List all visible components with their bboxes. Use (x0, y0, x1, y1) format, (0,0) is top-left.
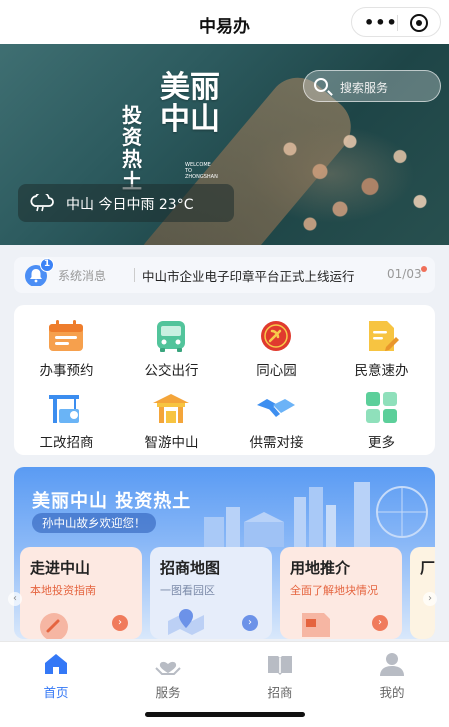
tab-label: 服务 (155, 685, 181, 700)
handshake-icon (257, 399, 295, 417)
banner-subtitle: 孙中山故乡欢迎您！ (32, 513, 156, 533)
card-subtitle: 全面了解地块情况 (290, 584, 378, 597)
notice-page-counter: 01/03 (387, 267, 422, 281)
card-subtitle: 一图看园区 (160, 584, 215, 597)
tab-label: 招商 (267, 685, 293, 700)
search-box[interactable]: 搜索服务 (303, 70, 441, 102)
top-bar: 中易办 ••• (0, 0, 449, 44)
land-plot-icon (302, 613, 330, 637)
notice-text[interactable]: 中山市企业电子印章平台正式上线运行 (142, 266, 380, 285)
card-title: 招商地图 (160, 559, 221, 577)
service-smart-tour[interactable]: 智游中山 (119, 383, 224, 451)
bus-icon (157, 321, 185, 352)
carousel-next-icon[interactable]: › (423, 592, 437, 606)
service-supply-demand[interactable]: 供需对接 (224, 383, 329, 451)
home-indicator (145, 712, 305, 717)
service-more[interactable]: 更多 (329, 383, 434, 451)
card-arrow-icon[interactable]: › (242, 615, 258, 631)
service-grid: 办事预约 公交出行 同心园 民意速办 工改招商 智游中山 供需对接 更多 (14, 305, 435, 455)
service-public-opinion[interactable]: 民意速办 (329, 311, 434, 379)
investment-banner: 美丽中山 投资热土 孙中山故乡欢迎您！ 走进中山 本地投资指南 › 招商地图 一… (14, 467, 435, 639)
party-emblem-icon (261, 321, 291, 351)
service-label: 更多 (368, 435, 395, 451)
card-land-promotion[interactable]: 用地推介 全面了解地块情况 › (280, 547, 402, 639)
card-title: 用地推介 (290, 559, 351, 577)
banner-card-row: 走进中山 本地投资指南 › 招商地图 一图看园区 › 用地推介 全面了解地块情况 (14, 547, 435, 639)
search-icon (314, 78, 328, 92)
rain-cloud-icon (30, 194, 54, 212)
service-label: 工改招商 (39, 435, 94, 451)
notice-indicator-dot (421, 266, 427, 272)
more-dots-icon[interactable]: ••• (364, 13, 398, 32)
calendar-icon (49, 320, 83, 351)
hero-trees (250, 104, 449, 245)
pavilion-icon (153, 394, 189, 423)
tab-label: 我的 (379, 685, 405, 700)
notice-divider (134, 268, 135, 282)
service-tongxinyuan[interactable]: 同心园 (224, 311, 329, 379)
home-icon (45, 654, 67, 674)
service-label: 智游中山 (144, 435, 199, 451)
hero-welcome-text: WELCOME TO ZHONGSHAN (185, 162, 218, 180)
notice-badge: 1 (40, 258, 54, 272)
search-placeholder: 搜索服务 (340, 81, 389, 95)
grid-more-icon (366, 392, 397, 423)
hero-calligraphy-main: 美丽中山 (160, 70, 220, 137)
guide-compass-icon (40, 613, 68, 639)
card-subtitle: 本地投资指南 (30, 584, 96, 597)
tab-service[interactable]: 服务 (112, 648, 224, 700)
weather-text: 中山 今日中雨 23°C (66, 197, 194, 213)
service-label: 公交出行 (144, 363, 199, 379)
user-icon (380, 653, 404, 676)
mini-program-capsule: ••• (351, 7, 441, 37)
service-investment-reform[interactable]: 工改招商 (14, 383, 119, 451)
service-bus[interactable]: 公交出行 (119, 311, 224, 379)
banner-title: 美丽中山 投资热土 (32, 491, 192, 512)
hero-banner[interactable]: 美丽中山 投资热土 WELCOME TO ZHONGSHAN 搜索服务 中山 今… (0, 44, 449, 245)
target-circle-icon[interactable] (410, 14, 428, 32)
service-label: 供需对接 (249, 435, 304, 451)
card-investment-map[interactable]: 招商地图 一图看园区 › (150, 547, 272, 639)
notice-label: 系统消息 (58, 269, 107, 283)
document-pen-icon (369, 321, 399, 351)
tab-investment[interactable]: 招商 (224, 648, 336, 700)
carousel-prev-icon[interactable]: ‹ (8, 592, 22, 606)
hero-calligraphy-side: 投资热土 (122, 103, 142, 193)
service-label: 办事预约 (39, 363, 94, 379)
tab-home[interactable]: 首页 (0, 648, 112, 700)
city-skyline-illustration (204, 482, 428, 547)
crane-icon (49, 395, 79, 423)
tab-label: 首页 (43, 685, 69, 700)
card-enter-zhongshan[interactable]: 走进中山 本地投资指南 › (20, 547, 142, 639)
system-notice-bar[interactable]: 1 系统消息 中山市企业电子印章平台正式上线运行 01/03 (14, 257, 435, 293)
service-booking[interactable]: 办事预约 (14, 311, 119, 379)
service-hands-icon (155, 661, 181, 675)
tab-mine[interactable]: 我的 (336, 648, 448, 700)
card-arrow-icon[interactable]: › (112, 615, 128, 631)
service-label: 同心园 (256, 363, 297, 379)
service-label: 民意速办 (354, 363, 409, 379)
card-arrow-icon[interactable]: › (372, 615, 388, 631)
investment-book-icon (268, 656, 292, 675)
card-title: 走进中山 (30, 559, 91, 577)
capsule-divider (397, 15, 398, 31)
map-pin-icon (168, 609, 204, 635)
weather-widget: 中山 今日中雨 23°C (18, 184, 234, 222)
card-title: 厂 (420, 559, 435, 577)
